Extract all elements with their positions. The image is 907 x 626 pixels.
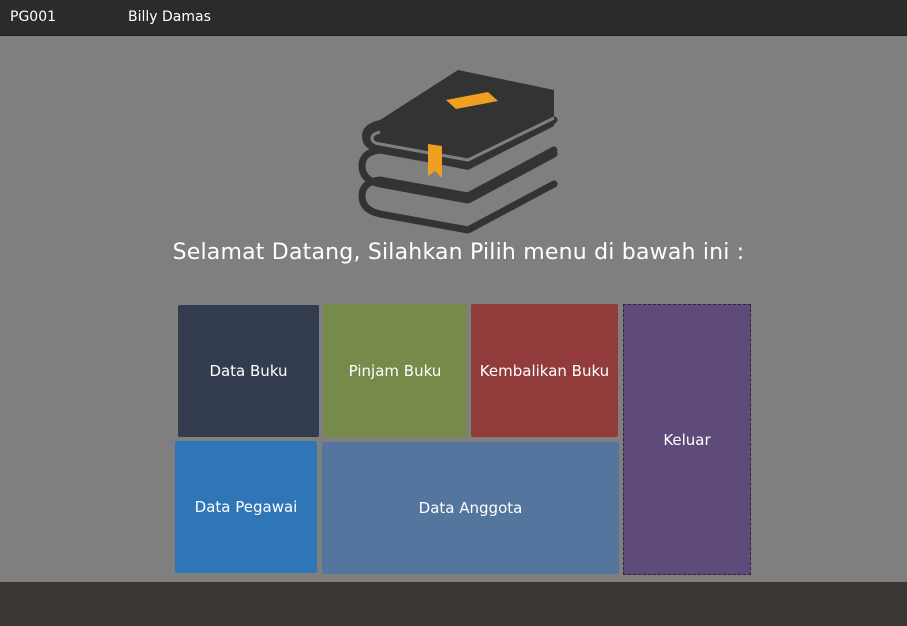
data-buku-label: Data Buku [209, 362, 288, 380]
user-name: Billy Damas [128, 9, 211, 25]
data-pegawai-label: Data Pegawai [194, 498, 298, 516]
kembalikan-buku-label: Kembalikan Buku [479, 361, 610, 380]
books-stack-icon [358, 70, 558, 234]
data-pegawai-button[interactable]: Data Pegawai [175, 441, 317, 573]
user-id: PG001 [10, 9, 57, 25]
data-anggota-button[interactable]: Data Anggota [322, 442, 619, 574]
bottom-bar [0, 582, 907, 626]
top-bar: PG001 Billy Damas [0, 0, 907, 36]
data-anggota-label: Data Anggota [418, 499, 523, 517]
kembalikan-buku-button[interactable]: Kembalikan Buku [471, 304, 618, 437]
welcome-message: Selamat Datang, Silahkan Pilih menu di b… [172, 240, 745, 265]
pinjam-buku-label: Pinjam Buku [348, 361, 442, 380]
data-buku-button[interactable]: Data Buku [178, 305, 319, 437]
pinjam-buku-button[interactable]: Pinjam Buku [323, 304, 467, 437]
keluar-label: Keluar [663, 430, 711, 449]
keluar-button[interactable]: Keluar [623, 304, 751, 575]
